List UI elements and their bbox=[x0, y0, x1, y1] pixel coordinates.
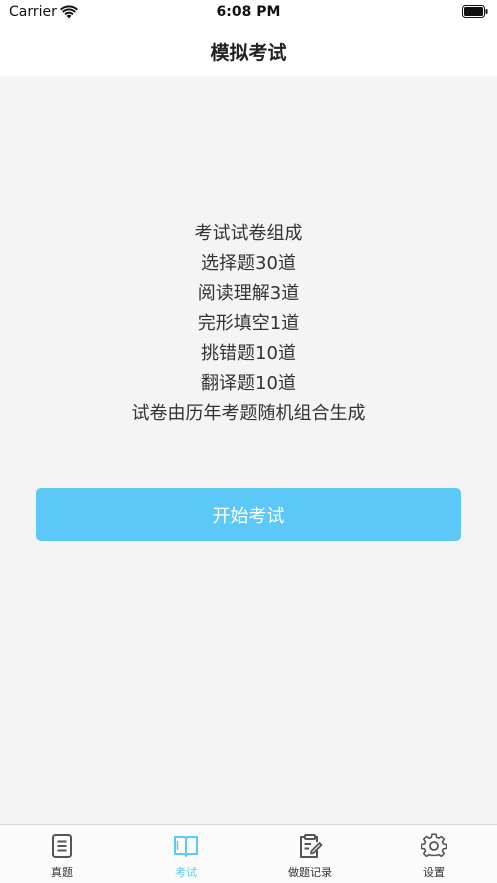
main-content: 考试试卷组成 选择题30道 阅读理解3道 完形填空1道 挑错题10道 翻译题10… bbox=[0, 76, 497, 824]
exam-info-translation: 翻译题10道 bbox=[201, 373, 296, 394]
tab-questions[interactable]: 真题 bbox=[0, 825, 124, 883]
start-exam-button[interactable]: 开始考试 bbox=[36, 488, 461, 541]
tab-settings-label: 设置 bbox=[423, 866, 445, 879]
exam-info-reading: 阅读理解3道 bbox=[197, 283, 300, 304]
tab-exam-label: 考试 bbox=[175, 866, 197, 879]
exam-info-error-correction: 挑错题10道 bbox=[201, 343, 296, 364]
status-bar: Carrier 6:08 PM bbox=[0, 0, 497, 26]
exam-info-heading: 考试试卷组成 bbox=[194, 223, 303, 244]
exam-info-note: 试卷由历年考题随机组合生成 bbox=[131, 403, 366, 424]
tab-exam[interactable]: 考试 bbox=[124, 825, 248, 883]
book-icon bbox=[174, 836, 198, 857]
tab-settings[interactable]: 设置 bbox=[372, 825, 496, 883]
clipboard-edit-icon bbox=[300, 834, 323, 858]
exam-info-multiple-choice: 选择题30道 bbox=[201, 253, 296, 274]
tab-history[interactable]: 做题记录 bbox=[248, 825, 372, 883]
status-time: 6:08 PM bbox=[216, 4, 281, 20]
navigation-bar: 模拟考试 bbox=[0, 26, 497, 76]
document-icon bbox=[52, 834, 72, 858]
tab-history-label: 做题记录 bbox=[288, 866, 332, 879]
exam-info: 考试试卷组成 选择题30道 阅读理解3道 完形填空1道 挑错题10道 翻译题10… bbox=[0, 219, 497, 429]
tab-questions-label: 真题 bbox=[51, 866, 73, 879]
page-title: 模拟考试 bbox=[210, 42, 287, 64]
exam-info-cloze: 完形填空1道 bbox=[197, 313, 300, 334]
tab-bar: 真题 考试 做题记录 设置 bbox=[0, 824, 497, 883]
gear-icon bbox=[421, 833, 447, 858]
battery-icon bbox=[462, 5, 488, 18]
